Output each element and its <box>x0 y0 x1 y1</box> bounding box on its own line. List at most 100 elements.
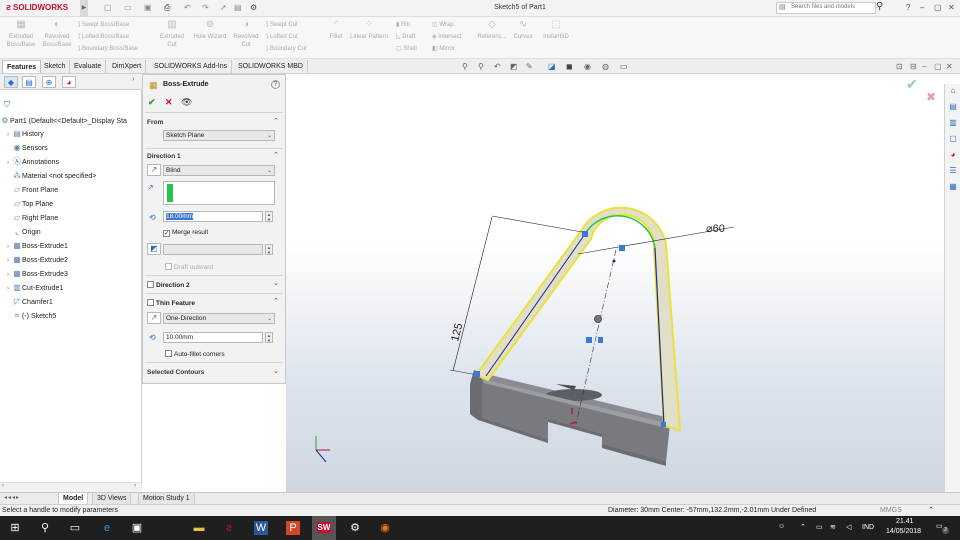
solidworks-forum-icon[interactable]: ▦ <box>947 182 959 194</box>
draft-outward-checkbox[interactable]: Draft outward <box>165 263 213 271</box>
redo-icon[interactable]: ↷ <box>202 3 209 12</box>
help-icon[interactable]: ? <box>906 3 910 12</box>
cancel-button[interactable]: ✕ <box>165 97 173 108</box>
reference-geometry-button[interactable]: ◇ Referenc... <box>474 20 510 41</box>
curves-button[interactable]: ∿ Curves <box>510 20 536 41</box>
thin-type-select[interactable]: One-Direction ⌄ <box>163 313 275 324</box>
hole-wizard-button[interactable]: ⊚ Hole Wizard <box>190 20 230 41</box>
collapse-thin-feature-icon[interactable]: ⌃ <box>273 297 279 305</box>
collapse-direction1-icon[interactable]: ⌃ <box>273 151 279 159</box>
search-input[interactable]: ▤ Search files and models <box>776 2 876 14</box>
expand-direction2-icon[interactable]: ⌄ <box>273 279 279 287</box>
appearances-icon[interactable]: ◕ <box>947 150 959 162</box>
tree-item-origin[interactable]: ⌞ Origin <box>4 225 41 239</box>
direction2-checkbox[interactable]: Direction 2 <box>147 281 190 289</box>
edge-icon[interactable]: e <box>100 521 114 535</box>
depth-spinner[interactable]: ▲ ▼ <box>265 211 273 222</box>
scroll-left-icon[interactable]: ‹ <box>2 483 4 489</box>
search-icon[interactable]: ⚲ <box>876 1 883 12</box>
swept-cut-button[interactable]: ⟆ Swept Cut <box>266 21 298 28</box>
confirm-corner-ok-icon[interactable]: ✔ <box>906 76 918 93</box>
viewport-maximize-icon[interactable]: ▢ <box>934 62 942 71</box>
print-icon[interactable]: ⎙ <box>164 3 170 13</box>
battery-icon[interactable]: ▭ <box>816 523 823 531</box>
settings-icon[interactable]: ⚙ <box>348 521 362 535</box>
view-orientation-icon[interactable]: ◪ <box>548 62 556 71</box>
status-expand-icon[interactable]: ⌃ <box>928 505 934 516</box>
file-explorer-icon[interactable]: ▬ <box>192 521 206 535</box>
rib-button[interactable]: ▮ Rib <box>396 21 410 28</box>
open-icon[interactable]: ▭ <box>124 3 132 12</box>
lofted-boss-button[interactable]: ⟆ Lofted Boss/Base <box>78 33 129 40</box>
solidworks-taskbar-icon[interactable]: SW <box>312 516 336 540</box>
configuration-tab-icon[interactable]: ⊕ <box>42 76 56 88</box>
tab-evaluate[interactable]: Evaluate <box>70 60 107 73</box>
thickness-input[interactable]: 10.00mm <box>163 332 263 343</box>
thin-feature-checkbox[interactable]: Thin Feature <box>147 299 195 307</box>
propertymanager-tab-icon[interactable]: ▤ <box>22 76 36 88</box>
resources-icon[interactable]: ▤ <box>947 102 959 114</box>
options-icon[interactable]: ⚙ <box>250 3 257 12</box>
lofted-cut-button[interactable]: ⟆ Lofted Cut <box>266 33 298 40</box>
appearance-tab-icon[interactable]: ◕ <box>62 76 76 88</box>
collapse-from-icon[interactable]: ⌃ <box>273 117 279 125</box>
tree-horizontal-scrollbar[interactable]: ‹ › <box>0 482 142 492</box>
tree-item-cut-extrude1[interactable]: › ▥Cut-Extrude1 <box>4 281 63 295</box>
store-icon[interactable]: ▣ <box>130 521 144 535</box>
design-library-icon[interactable]: ▥ <box>947 118 959 130</box>
tab-features[interactable]: Features <box>2 60 42 73</box>
extruded-cut-button[interactable]: ▥ Extruded Cut <box>156 20 188 49</box>
draft-angle-input[interactable] <box>163 244 263 255</box>
intersect-button[interactable]: ◈ Intersect <box>432 33 461 40</box>
expand-contours-icon[interactable]: ⌄ <box>273 367 279 375</box>
confirm-corner-cancel-icon[interactable]: ✖ <box>926 90 936 104</box>
solidworks-logo[interactable]: ƨ SOLIDWORKS <box>6 2 68 12</box>
dynamic-annotation-icon[interactable]: ✎ <box>526 62 533 71</box>
linear-pattern-button[interactable]: ⁘ Linear Pattern <box>346 20 392 41</box>
boundary-boss-button[interactable]: ⟆ Boundary Boss/Base <box>78 45 138 52</box>
auto-fillet-checkbox[interactable]: Auto-fillet corners <box>165 350 225 358</box>
viewport-close-icon[interactable]: ✕ <box>946 62 953 71</box>
tree-root[interactable]: ⚙Part1 (Default<<Default>_Display Sta <box>0 114 127 128</box>
tab-dimxpert[interactable]: DimXpert <box>108 60 147 73</box>
direction-vector-box[interactable] <box>163 181 275 205</box>
extruded-boss-button[interactable]: ▦ Extruded Boss/Base <box>4 20 38 49</box>
center-handle[interactable] <box>594 315 602 323</box>
file-explorer-icon[interactable]: ▢ <box>947 134 959 146</box>
tree-item-sensors[interactable]: ◉ Sensors <box>4 141 48 155</box>
draft-button[interactable]: ◺ Draft <box>396 33 415 40</box>
previous-view-icon[interactable]: ↶ <box>494 62 501 71</box>
ds-app-icon[interactable]: ƨ <box>222 521 236 535</box>
draft-angle-spinner[interactable]: ▲ ▼ <box>265 244 273 255</box>
clock-date[interactable]: 14/05/2018 <box>886 528 921 535</box>
featuremanager-tab-icon[interactable]: ◆ <box>4 76 18 88</box>
new-icon[interactable]: ▢ <box>104 3 112 12</box>
viewport-minimize-icon[interactable]: – <box>922 62 926 71</box>
instant3d-button[interactable]: ⬚ Instant3D <box>538 20 574 41</box>
minimize-icon[interactable]: – <box>920 3 924 12</box>
windows-start-icon[interactable]: ⊞ <box>8 521 22 535</box>
close-icon[interactable]: ✕ <box>948 3 955 12</box>
tree-item-boss-extrude2[interactable]: › ▦Boss-Extrude2 <box>4 253 68 267</box>
tree-item-history[interactable]: › ▤History <box>4 127 44 141</box>
powerpoint-icon[interactable]: P <box>286 521 300 535</box>
zoom-area-icon[interactable]: ⚲ <box>478 62 484 71</box>
diameter-dimension[interactable]: ⌀60 <box>706 223 725 235</box>
tab-addins[interactable]: SOLIDWORKS Add-Ins <box>150 60 233 73</box>
tree-item-material[interactable]: ⁂Material <not specified> <box>4 169 96 183</box>
tree-item-boss-extrude3[interactable]: › ▦Boss-Extrude3 <box>4 267 68 281</box>
viewport-restore-icon[interactable]: ⊡ <box>896 62 903 71</box>
reverse-direction-icon[interactable]: ↗ <box>147 164 161 176</box>
tree-item-chamfer1[interactable]: ◸ Chamfer1 <box>4 295 53 309</box>
swept-boss-button[interactable]: ⟆ Swept Boss/Base <box>78 21 129 28</box>
revolved-cut-button[interactable]: ◑ Revolved Cut <box>230 20 262 49</box>
tree-item-front-plane[interactable]: ▱ Front Plane <box>4 183 58 197</box>
tab-scroll-arrows-icon[interactable]: ◂◂◂▸ <box>4 494 20 501</box>
word-icon[interactable]: W <box>254 521 268 535</box>
tree-item-annotations[interactable]: › ⒶAnnotations <box>4 155 59 169</box>
depth-input[interactable]: 18.00mm <box>163 211 263 222</box>
section-view-icon[interactable]: ◩ <box>510 62 518 71</box>
filter-icon[interactable]: ⛉ <box>4 100 10 110</box>
tab-mbd[interactable]: SOLIDWORKS MBD <box>234 60 308 73</box>
wifi-icon[interactable]: ≋ <box>830 523 836 531</box>
